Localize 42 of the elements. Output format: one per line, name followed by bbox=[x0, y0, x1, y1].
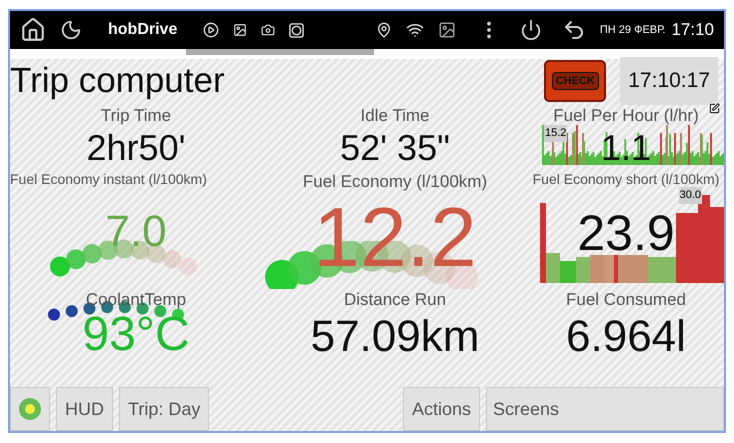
image-icon bbox=[233, 23, 248, 37]
check-label: CHECK bbox=[552, 72, 599, 90]
peak-label: 30.0 bbox=[678, 187, 702, 204]
tile-title: Idle Time bbox=[360, 105, 430, 127]
moon-icon[interactable] bbox=[60, 19, 82, 41]
tile-title: Trip Time bbox=[100, 105, 172, 127]
location-icon bbox=[376, 22, 392, 38]
tile-value: 2hr50' bbox=[86, 128, 186, 166]
power-icon[interactable] bbox=[520, 19, 542, 41]
toolbar-button[interactable]: Screens bbox=[486, 387, 724, 431]
tile-title: Fuel Per Hour (l/hr) bbox=[553, 105, 699, 127]
status-dot-icon bbox=[18, 397, 42, 421]
peak-label: 15.2 bbox=[544, 125, 568, 142]
app-name: hobDrive bbox=[108, 20, 178, 40]
tile-title: Fuel Economy instant (l/100km) bbox=[10, 170, 207, 189]
tile-value: 23.9 bbox=[577, 214, 675, 252]
edit-icon[interactable] bbox=[709, 103, 720, 114]
trip-clock: 17:10:17 bbox=[620, 57, 718, 105]
play-icon bbox=[203, 22, 220, 38]
gallery-icon bbox=[438, 21, 456, 39]
clock-text: 17:10 bbox=[671, 19, 714, 42]
chart-bar bbox=[590, 255, 604, 283]
toolbar-button[interactable]: Trip: Day bbox=[119, 387, 210, 431]
chart-bar bbox=[576, 257, 590, 283]
toolbar-button[interactable]: Actions bbox=[402, 387, 480, 431]
chart-bar bbox=[560, 261, 576, 283]
tile-value: 12.2 bbox=[313, 202, 477, 270]
page-title: Trip computer bbox=[10, 60, 225, 102]
tile-value: 7.0 bbox=[105, 210, 167, 254]
tile-title: Fuel Economy short (l/100km) bbox=[532, 170, 720, 189]
tile-value: 93°C bbox=[82, 310, 190, 358]
tile-title: Distance Run bbox=[344, 289, 446, 311]
date-text: ПН 29 ФЕВР. bbox=[600, 22, 666, 38]
tile-value: 6.964l bbox=[566, 312, 686, 360]
toolbar-button[interactable]: HUD bbox=[56, 387, 113, 431]
tile-value: 52' 35" bbox=[340, 128, 450, 166]
camera-icon bbox=[261, 23, 276, 37]
home-icon[interactable] bbox=[20, 17, 46, 43]
tile-title: Fuel Economy (l/100km) bbox=[302, 171, 488, 193]
wifi-icon bbox=[406, 21, 424, 39]
tile-value: 57.09km bbox=[310, 312, 480, 360]
tile-title: Fuel Consumed bbox=[566, 289, 686, 311]
